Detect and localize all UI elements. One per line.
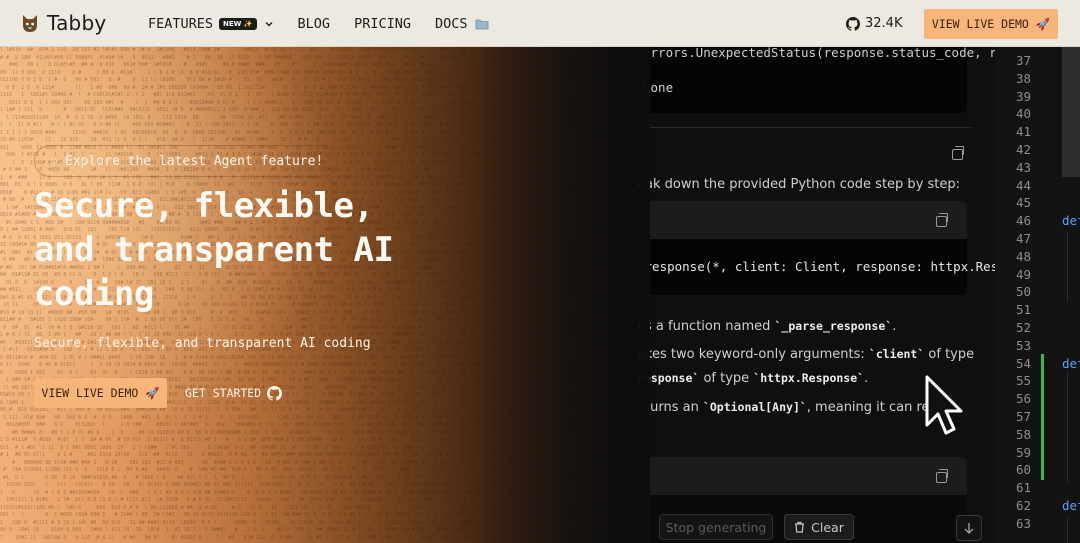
arrow-down-icon [964,523,974,534]
line-number: 62 [1015,498,1031,513]
nav-item-docs[interactable]: DOCS [435,16,490,32]
code-keyword: def [1062,213,1080,229]
brand-logo[interactable]: Tabby [20,11,106,35]
code-keyword: def [1062,498,1080,513]
line-number: 54 [1015,355,1031,371]
line-number: 51 [1015,302,1031,318]
hero-subheading: Secure, flexible, and transparent AI cod… [34,336,371,351]
github-stars-link[interactable]: 32.4K [846,0,902,47]
get-started-label: GET STARTED [185,386,262,400]
line-number: 45 [1015,195,1031,211]
divider [637,127,971,128]
scroll-down-button[interactable] [956,515,982,541]
line-number: 61 [1015,480,1031,496]
assistant-message-intro: eak down the provided Python code step b… [637,177,961,192]
clear-label: Clear [811,519,844,535]
view-live-demo-button[interactable]: VIEW LIVE DEMO 🚀 [34,378,167,408]
code-block: errors.UnexpectedStatus(response.status_… [637,47,995,113]
list-item: response` of type `httpx.Response`. [637,371,869,386]
indent-guide [1067,232,1068,302]
chevron-down-icon [265,21,273,26]
line-number: 37 [1015,53,1031,68]
copy-icon[interactable] [936,213,948,227]
brand-name: Tabby [47,11,107,35]
tabby-cat-icon [23,15,37,32]
list-item: turns an `Optional[Any]`, meaning it can… [645,400,943,415]
nav-item-blog[interactable]: BLOG [298,16,331,32]
list-item: es a function named `_parse_response`. [637,319,897,334]
copy-icon[interactable] [952,146,964,160]
selection-highlight [1062,47,1080,177]
code-block-header [637,457,967,495]
dot-icon [51,158,57,164]
line-number: 41 [1015,124,1031,140]
indent-guide [1067,372,1068,482]
new-badge: NEW ✨ [219,17,257,30]
nav-view-live-demo-button[interactable]: VIEW LIVE DEMO 🚀 [924,9,1058,39]
nav-label: FEATURES [148,15,214,32]
announcement-text: Explore the latest Agent feature! [65,153,324,169]
code-editor-gutter: 37 38 39 40 41 42 43 44 45 46 47 48 49 50 51 52 53 54 55 56… [995,47,1080,543]
line-number: 55 [1015,373,1031,389]
line-number: 52 [1015,320,1031,335]
git-change-bar [1041,354,1044,480]
github-icon [846,16,860,31]
folder-icon [476,19,489,29]
line-number: 53 [1015,337,1031,353]
copy-icon[interactable] [936,469,948,483]
line-number: 47 [1015,231,1031,246]
top-navigation: Tabby FEATURES NEW ✨ BLOG PRICING DOCS 3… [0,0,1080,47]
headline-line: and transparent AI [34,230,394,270]
line-number: 60 [1015,462,1031,478]
stop-generating-button[interactable]: Stop generating [659,514,773,540]
line-number: 46 [1015,213,1031,229]
line-number: 57 [1015,409,1031,424]
line-number: 40 [1015,106,1031,122]
nav-label: PRICING [354,15,411,32]
code-signature: _response(*, client: Client, response: h… [637,259,995,274]
hero-fade [480,47,650,543]
clear-button[interactable]: Clear [784,514,854,540]
line-number: 50 [1015,284,1031,300]
code-line: errors.UnexpectedStatus(response.status_… [643,47,995,60]
line-number: 49 [1015,266,1031,282]
line-number: 48 [1015,248,1031,264]
chat-panel: errors.UnexpectedStatus(response.status_… [637,47,995,543]
line-number: 38 [1015,70,1031,86]
line-number: 59 [1015,444,1031,460]
nav-label: BLOG [297,15,331,32]
get-started-button[interactable]: GET STARTED [185,378,283,408]
announcement-pill[interactable]: Explore the latest Agent feature! [34,145,338,177]
hero-headline: Secure, flexible, and transparent AI cod… [34,184,454,316]
line-number: 58 [1015,426,1031,442]
line-number: 43 [1015,159,1031,175]
code-keyword: def [1062,355,1080,371]
page: l 1#8l0 8# 0l# 1 l10 18 18l #1 l#l#1 880… [0,0,1080,543]
nav-links: FEATURES NEW ✨ BLOG PRICING DOCS [148,0,489,47]
star-count: 32.4K [865,16,903,31]
list-item: akes two keyword-only arguments: `client… [637,347,975,362]
headline-line: coding [34,274,154,314]
code-block-header [637,201,967,239]
mouse-pointer-icon [925,375,963,435]
line-number: 44 [1015,177,1031,193]
indent-guide [1067,517,1068,543]
line-number: 56 [1015,391,1031,407]
code-block: _response(*, client: Client, response: h… [637,239,995,295]
nav-label: DOCS [434,15,468,32]
nav-item-pricing[interactable]: PRICING [354,16,411,32]
line-number: 39 [1015,88,1031,104]
github-icon [267,385,283,401]
nav-item-features[interactable]: FEATURES NEW ✨ [148,16,274,32]
line-number: 42 [1015,142,1031,157]
line-number: 63 [1015,515,1031,531]
headline-line: Secure, flexible, [34,186,374,226]
trash-icon [795,521,805,533]
